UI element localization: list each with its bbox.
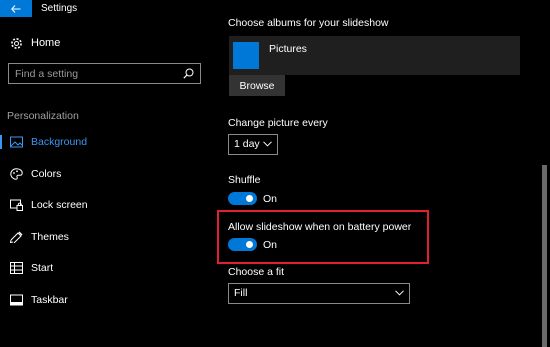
sidebar-item-label: Lock screen	[31, 199, 88, 211]
sidebar-item-label: Background	[31, 136, 88, 148]
sidebar: Home Personalization Background Colors	[0, 17, 212, 347]
sidebar-item-taskbar[interactable]: Taskbar	[0, 289, 212, 311]
fit-label: Choose a fit	[228, 266, 285, 278]
fit-dropdown[interactable]: Fill	[228, 283, 410, 304]
themes-icon	[10, 231, 23, 243]
toggle-knob	[246, 241, 253, 248]
chevron-down-icon	[263, 141, 272, 147]
shuffle-label: Shuffle	[228, 174, 261, 186]
lock-screen-icon	[10, 199, 23, 211]
albums-heading: Choose albums for your slideshow	[228, 17, 389, 29]
interval-label: Change picture every	[228, 117, 328, 129]
interval-dropdown[interactable]: 1 day	[228, 134, 278, 155]
battery-state: On	[263, 239, 278, 251]
search-box[interactable]	[8, 63, 201, 84]
toggle-knob	[246, 195, 253, 202]
home-label: Home	[31, 37, 61, 49]
sidebar-item-start[interactable]: Start	[0, 257, 212, 279]
sidebar-item-label: Themes	[31, 231, 69, 243]
window-title: Settings	[41, 3, 78, 14]
sidebar-item-label: Colors	[31, 168, 62, 180]
browse-button[interactable]: Browse	[229, 75, 285, 96]
interval-value: 1 day	[234, 138, 260, 150]
battery-label: Allow slideshow when on battery power	[228, 221, 412, 233]
section-title: Personalization	[7, 110, 79, 122]
battery-toggle[interactable]	[228, 238, 257, 251]
palette-icon	[10, 168, 23, 180]
home-nav-item[interactable]: Home	[0, 34, 212, 54]
active-indicator	[0, 135, 2, 149]
back-arrow-icon	[11, 4, 21, 13]
back-button[interactable]	[0, 0, 32, 17]
search-icon[interactable]	[183, 68, 194, 79]
shuffle-state: On	[263, 193, 278, 205]
sidebar-item-colors[interactable]: Colors	[0, 163, 212, 185]
scrollbar-thumb[interactable]	[542, 165, 547, 347]
main-content: Choose albums for your slideshow Picture…	[212, 0, 550, 347]
fit-value: Fill	[234, 287, 248, 299]
taskbar-icon	[10, 294, 23, 306]
sidebar-item-label: Taskbar	[31, 294, 68, 306]
sidebar-item-background[interactable]: Background	[0, 131, 212, 153]
sidebar-item-lock-screen[interactable]: Lock screen	[0, 194, 212, 216]
search-input[interactable]	[15, 67, 175, 80]
album-thumbnail	[233, 42, 259, 69]
gear-icon	[11, 38, 22, 49]
highlight-box	[217, 210, 429, 264]
album-item[interactable]: Pictures	[229, 36, 520, 75]
picture-icon	[10, 136, 23, 148]
chevron-down-icon	[395, 290, 404, 296]
start-icon	[10, 262, 23, 274]
sidebar-item-themes[interactable]: Themes	[0, 226, 212, 248]
sidebar-item-label: Start	[31, 262, 54, 274]
shuffle-toggle[interactable]	[228, 192, 257, 205]
album-name: Pictures	[269, 43, 307, 55]
